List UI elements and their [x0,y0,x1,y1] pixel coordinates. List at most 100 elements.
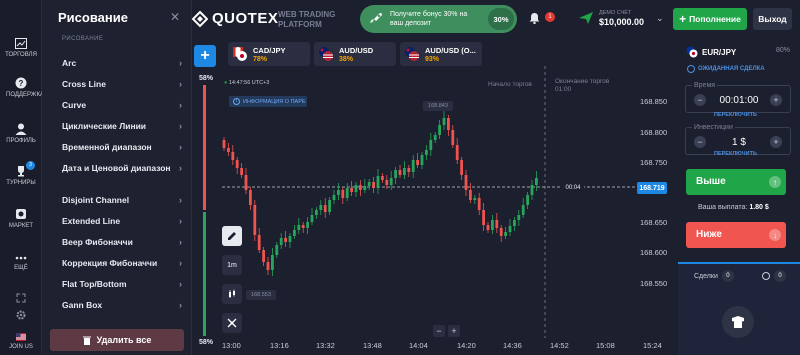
price-tick: 168.550 [640,279,668,288]
asset-tab[interactable]: AUD/USD (O... 93% [400,42,482,66]
add-asset-button[interactable]: + [194,45,216,67]
drawing-tool-label: Дата и Ценовой диапазон [62,163,171,173]
trades-tab-label: Сделки [694,272,718,280]
zoom-in-button[interactable]: + [448,325,460,337]
nav-item-tournaments[interactable]: 3 ТУРНИРЫ [0,161,42,187]
sell-down-button[interactable]: Ниже ↓ [686,222,786,248]
deposit-label: Пополнение [689,14,741,24]
plus-icon: + [679,12,687,26]
drawing-tool-item[interactable]: Циклические Линии › [62,121,182,131]
bonus-banner[interactable]: Получите бонус 30% на ваш депозит 30% [360,5,517,33]
drawing-tool-item[interactable]: Disjoint Channel › [62,195,182,205]
low-price-label: 168.553 [246,290,276,300]
chevron-down-icon: ⌄ [656,13,664,23]
asset-tab-percent: 93% [425,56,440,63]
drawing-tool-item[interactable]: Arc › [62,58,182,68]
time-tick: 13:00 [222,341,241,350]
trophy-icon [18,166,24,177]
delete-all-button[interactable]: Удалить все [50,329,184,351]
candle-body [288,236,292,242]
price-tick: 168.650 [640,218,668,227]
settings-button[interactable] [0,310,42,323]
language-button[interactable]: JOIN US [0,333,42,351]
indicators-button[interactable] [222,313,242,333]
sentiment-down-percent: 58% [199,339,214,346]
pending-trade-toggle[interactable]: ОЖИДАННАЯ СДЕЛКА [687,65,765,73]
bell-icon[interactable] [529,12,540,24]
candle-body [275,245,279,255]
trading-end-time: 01:00 [555,86,572,93]
candle-body [455,145,459,160]
candle-body [535,178,538,185]
tab-pending[interactable]: 0 [762,270,786,282]
drawing-tool-item[interactable]: Коррекция Фибоначчи › [62,258,182,268]
time-tick: 13:32 [316,341,335,350]
exit-button[interactable]: Выход [753,8,792,30]
flag-au-us-icon [405,47,419,61]
tab-trades[interactable]: Сделки 0 [694,270,734,282]
gear-icon [16,310,26,320]
deposit-button[interactable]: + Пополнение [673,8,747,30]
price-tick: 168.800 [640,128,668,137]
nav-item-more[interactable]: ЕЩЁ [0,254,42,272]
panel-asset-selector[interactable]: EUR/JPY [686,46,736,58]
drawing-tool-item[interactable]: Веер Фибоначчи › [62,237,182,247]
drawing-tool-item[interactable]: Extended Line › [62,216,182,226]
chevron-right-icon: › [179,195,182,205]
drawing-tool-item[interactable]: Curve › [62,100,182,110]
drawing-tool-item[interactable]: Flat Top/Bottom › [62,279,182,289]
chevron-right-icon: › [179,142,182,152]
nav-label-support: ПОДДЕРЖКА [6,92,44,98]
candle-body [491,220,494,230]
close-icon[interactable]: ✕ [170,10,180,24]
asset-tab-name: AUD/USD (O... [425,46,476,55]
drawing-tool-item[interactable]: Временной диапазон › [62,142,182,152]
nav-item-trading[interactable]: ТОРГОВЛЯ [0,38,42,59]
candle-body [363,186,367,190]
asset-tab[interactable]: CAD/JPY 78% [228,42,310,66]
candle-body [271,255,274,270]
time-switch-link[interactable]: ПЕРЕКЛЮЧИТЬ [714,112,757,118]
drawing-tool-item[interactable]: Cross Line › [62,79,182,89]
candle-body [425,150,428,155]
timeframe-button[interactable]: 1m [222,255,242,275]
candle-body [429,140,433,150]
demo-account-icon [579,12,593,24]
candle-body [222,140,226,148]
time-plus-button[interactable]: + [770,94,782,106]
drawing-tool-label: Flat Top/Bottom [62,279,127,289]
fullscreen-button[interactable] [0,293,42,306]
nav-label-trading: ТОРГОВЛЯ [5,52,37,58]
top-bar: QUOTEX WEB TRADING PLATFORM Получите бон… [192,0,800,38]
nav-item-market[interactable]: МАРКЕТ [0,208,42,230]
arrow-up-icon: ↑ [769,176,781,188]
asset-tab[interactable]: AUD/USD 38% [314,42,396,66]
buy-up-label: Выше [696,176,726,187]
logo[interactable]: QUOTEX [192,10,278,27]
candle-body [530,185,534,195]
time-tick: 13:16 [270,341,289,350]
drawing-tool-button[interactable] [222,226,242,246]
drawing-tool-item[interactable]: Gann Box › [62,300,182,310]
investment-switch-link[interactable]: ПЕРЕКЛЮЧИТЬ [714,151,757,157]
time-tick: 14:04 [409,341,428,350]
current-price-badge: 168.719 [637,182,667,194]
price-tick: 168.600 [640,248,668,257]
zoom-out-button[interactable]: − [433,325,445,337]
candle-body [293,230,296,236]
chart-type-button[interactable] [222,284,242,304]
pair-info-button[interactable]: i ИНФОРМАЦИЯ О ПАРЕ [229,96,307,107]
drawing-tool-label: Циклические Линии [62,121,147,131]
notification-badge: 1 [545,12,555,22]
drawing-tool-item[interactable]: Дата и Ценовой диапазон › [62,163,182,173]
nav-item-profile[interactable]: ПРОФИЛЬ [0,123,42,145]
candle-body [235,160,239,168]
candle-body [350,188,353,192]
candle-body [332,195,336,200]
nav-item-support[interactable]: ? ПОДДЕРЖКА [0,77,44,99]
candle-body [499,228,503,236]
investment-plus-button[interactable]: + [770,136,782,148]
buy-up-button[interactable]: Выше ↑ [686,169,786,195]
time-field-label: Время [692,82,718,89]
candle-body [389,178,393,185]
